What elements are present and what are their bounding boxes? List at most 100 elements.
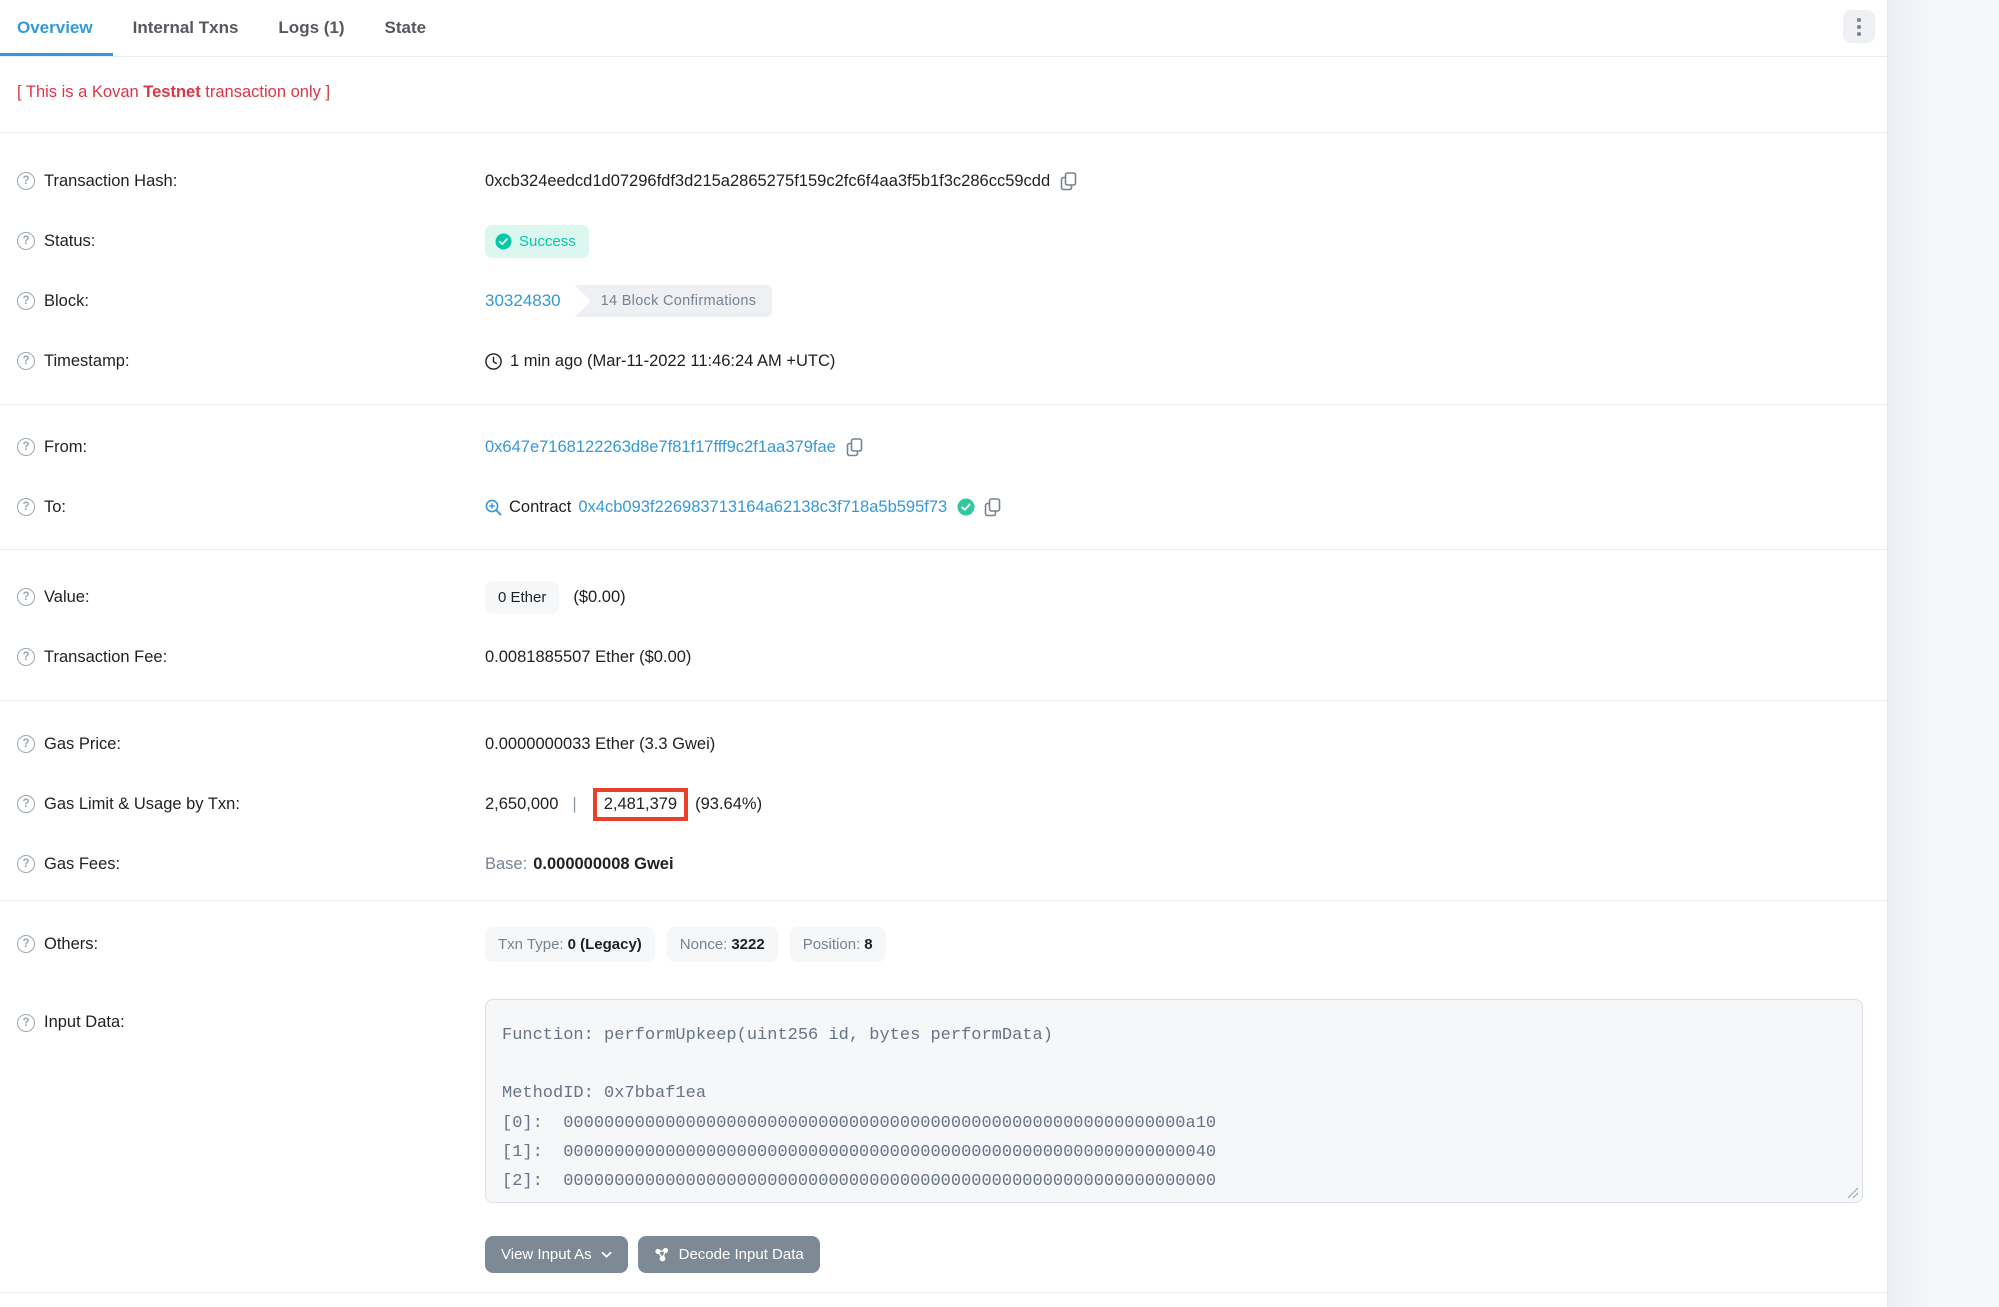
- testnet-notice-prefix: [ This is a Kovan: [17, 83, 143, 101]
- nonce-label: Nonce:: [680, 936, 728, 953]
- gas-fees-label: Gas Fees:: [44, 855, 120, 874]
- from-address-link[interactable]: 0x647e7168122263d8e7f81f17fff9c2f1aa379f…: [485, 438, 836, 457]
- testnet-notice-bold: Testnet: [143, 83, 200, 101]
- status-label: Status:: [44, 232, 95, 251]
- transaction-details-page: Overview Internal Txns Logs (1) State [ …: [0, 0, 1999, 1307]
- section-value: ? Value: 0 Ether ($0.00) ? Transaction F…: [0, 550, 1887, 701]
- input-data-actions: View Input As Decode Input Data: [485, 1236, 1887, 1273]
- row-timestamp: ? Timestamp: 1 min ago (Mar-11-2022 11:4…: [0, 331, 1887, 391]
- position-value: 8: [864, 936, 872, 953]
- gas-fees-label-cell: ? Gas Fees:: [17, 855, 485, 874]
- gas-price-label: Gas Price:: [44, 735, 121, 754]
- kebab-dot-icon: [1857, 32, 1861, 36]
- tab-internal-txns[interactable]: Internal Txns: [113, 0, 259, 56]
- row-input-data: ? Input Data: Function: performUpkeep(ui…: [0, 999, 1887, 1203]
- status-label-cell: ? Status:: [17, 232, 485, 251]
- row-status: ? Status: Success: [0, 211, 1887, 271]
- help-icon[interactable]: ?: [17, 935, 35, 953]
- tab-logs[interactable]: Logs (1): [258, 0, 364, 56]
- help-icon[interactable]: ?: [17, 855, 35, 873]
- section-identification: ? Transaction Hash: 0xcb324eedcd1d07296f…: [0, 133, 1887, 405]
- testnet-notice-suffix: transaction only ]: [201, 83, 330, 101]
- section-gas: ? Gas Price: 0.0000000033 Ether (3.3 Gwe…: [0, 701, 1887, 901]
- help-icon[interactable]: ?: [17, 498, 35, 516]
- overview-card: Overview Internal Txns Logs (1) State [ …: [0, 0, 1887, 1307]
- input-data-label-cell: ? Input Data:: [17, 999, 485, 1032]
- transaction-hash-label-cell: ? Transaction Hash:: [17, 172, 485, 191]
- tab-state[interactable]: State: [365, 0, 447, 56]
- block-label-cell: ? Block:: [17, 292, 485, 311]
- others-label: Others:: [44, 935, 98, 954]
- gas-limit-value: 2,650,000: [485, 795, 558, 814]
- resize-handle-icon[interactable]: [1847, 1187, 1859, 1199]
- kebab-dot-icon: [1857, 25, 1861, 29]
- from-label-cell: ? From:: [17, 438, 485, 457]
- timestamp-value: 1 min ago (Mar-11-2022 11:46:24 AM +UTC): [510, 352, 835, 371]
- help-icon[interactable]: ?: [17, 172, 35, 190]
- to-contract-prefix: Contract: [509, 498, 571, 517]
- help-icon[interactable]: ?: [17, 292, 35, 310]
- kebab-menu-button[interactable]: [1843, 10, 1875, 43]
- txn-type-badge: Txn Type:0 (Legacy): [485, 927, 655, 962]
- position-badge: Position:8: [790, 927, 886, 962]
- kebab-dot-icon: [1857, 18, 1861, 22]
- transaction-hash-value: 0xcb324eedcd1d07296fdf3d215a2865275f159c…: [485, 172, 1050, 191]
- row-value: ? Value: 0 Ether ($0.00): [0, 567, 1887, 627]
- tab-bar: Overview Internal Txns Logs (1) State: [0, 0, 1887, 57]
- value-badge: 0 Ether: [485, 581, 559, 614]
- view-input-as-button[interactable]: View Input As: [485, 1236, 628, 1273]
- row-transaction-hash: ? Transaction Hash: 0xcb324eedcd1d07296f…: [0, 151, 1887, 211]
- section-parties: ? From: 0x647e7168122263d8e7f81f17fff9c2…: [0, 405, 1887, 550]
- others-label-cell: ? Others:: [17, 935, 485, 954]
- help-icon[interactable]: ?: [17, 1014, 35, 1032]
- view-input-as-label: View Input As: [501, 1246, 592, 1263]
- help-icon[interactable]: ?: [17, 795, 35, 813]
- zoom-in-icon[interactable]: [485, 499, 502, 516]
- to-label: To:: [44, 498, 66, 517]
- testnet-notice: [ This is a Kovan Testnet transaction on…: [0, 57, 1887, 133]
- help-icon[interactable]: ?: [17, 735, 35, 753]
- value-usd: ($0.00): [573, 588, 625, 607]
- block-number-link[interactable]: 30324830: [485, 291, 561, 311]
- transaction-hash-label: Transaction Hash:: [44, 172, 177, 191]
- help-icon[interactable]: ?: [17, 352, 35, 370]
- help-icon[interactable]: ?: [17, 232, 35, 250]
- clock-icon: [485, 353, 502, 370]
- gas-used-value: 2,481,379: [604, 795, 677, 813]
- value-label-cell: ? Value:: [17, 588, 485, 607]
- row-gas-limit-usage: ? Gas Limit & Usage by Txn: 2,650,000 | …: [0, 774, 1887, 834]
- gas-limit-label-cell: ? Gas Limit & Usage by Txn:: [17, 795, 485, 814]
- to-label-cell: ? To:: [17, 498, 485, 517]
- gas-limit-label: Gas Limit & Usage by Txn:: [44, 795, 240, 814]
- help-icon[interactable]: ?: [17, 588, 35, 606]
- copy-icon[interactable]: [1060, 172, 1077, 191]
- tab-overview[interactable]: Overview: [0, 0, 113, 56]
- decode-input-data-button[interactable]: Decode Input Data: [638, 1236, 820, 1273]
- copy-icon[interactable]: [984, 498, 1001, 517]
- help-icon[interactable]: ?: [17, 438, 35, 456]
- help-icon[interactable]: ?: [17, 648, 35, 666]
- row-transaction-fee: ? Transaction Fee: 0.0081885507 Ether ($…: [0, 627, 1887, 687]
- transaction-fee-label: Transaction Fee:: [44, 648, 167, 667]
- base-fee-value: 0.000000008 Gwei: [533, 855, 673, 874]
- nonce-value: 3222: [731, 936, 764, 953]
- gas-separator: |: [572, 795, 576, 814]
- timestamp-label: Timestamp:: [44, 352, 130, 371]
- bottom-spacer: [0, 1293, 1887, 1307]
- status-value: Success: [519, 233, 576, 250]
- value-label: Value:: [44, 588, 90, 607]
- row-gas-fees: ? Gas Fees: Base: 0.000000008 Gwei: [0, 834, 1887, 894]
- verified-check-icon: [957, 498, 975, 516]
- txn-type-label: Txn Type:: [498, 936, 564, 953]
- decode-input-data-label: Decode Input Data: [679, 1246, 804, 1263]
- page-background-strip: [1887, 0, 1999, 1307]
- gas-price-value: 0.0000000033 Ether (3.3 Gwei): [485, 735, 715, 754]
- gas-used-highlight: 2,481,379: [593, 788, 688, 821]
- block-label: Block:: [44, 292, 89, 311]
- copy-icon[interactable]: [846, 438, 863, 457]
- input-data-box[interactable]: Function: performUpkeep(uint256 id, byte…: [485, 999, 1863, 1203]
- to-address-link[interactable]: 0x4cb093f226983713164a62138c3f718a5b595f…: [578, 498, 947, 517]
- row-others: ? Others: Txn Type:0 (Legacy) Nonce:3222…: [0, 914, 1887, 974]
- txn-type-value: 0 (Legacy): [568, 936, 642, 953]
- timestamp-label-cell: ? Timestamp:: [17, 352, 485, 371]
